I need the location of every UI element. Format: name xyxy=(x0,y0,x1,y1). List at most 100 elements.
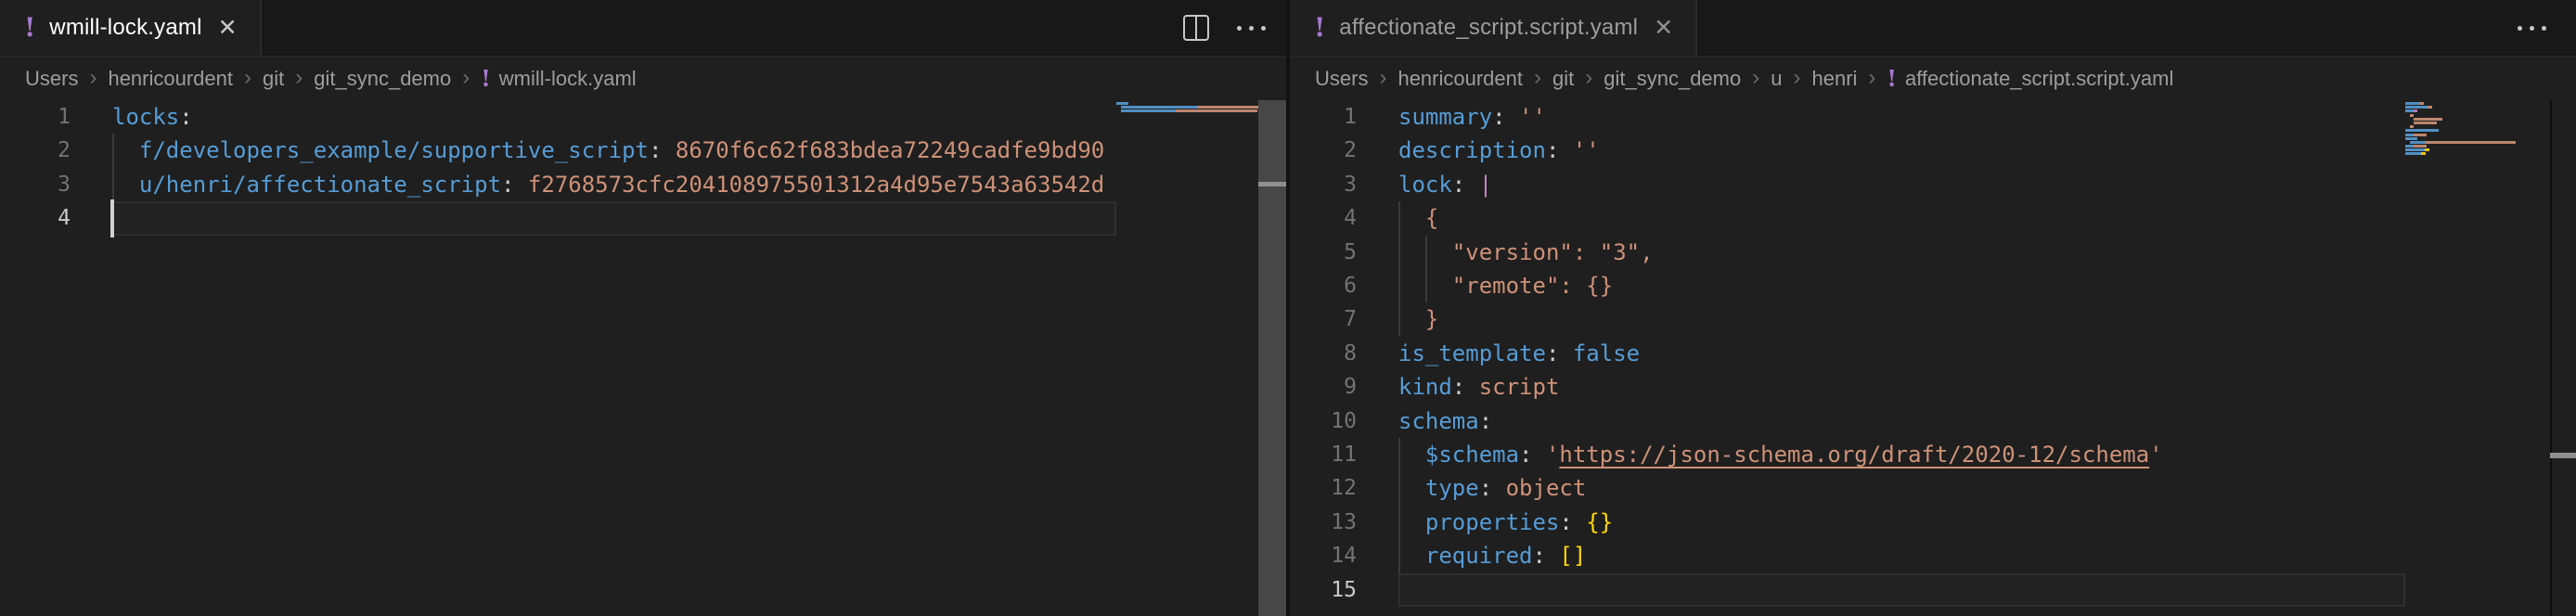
code-token: u/henri/affectionate_script xyxy=(112,172,501,198)
code-line[interactable]: f/developers_example/supportive_script: … xyxy=(112,134,1104,168)
minimap-segment xyxy=(2405,129,2428,132)
editor-actions-right xyxy=(2518,0,2546,56)
code-line[interactable]: lock: | xyxy=(1398,168,1492,202)
editor-right[interactable]: 1summary: ''2description: ''3lock: |4 {5… xyxy=(1290,100,2576,616)
breadcrumb-file-item[interactable]: ! wmill-lock.yaml xyxy=(481,67,636,91)
more-actions-icon[interactable] xyxy=(2518,26,2546,31)
breadcrumb-item[interactable]: git xyxy=(1552,67,1574,91)
code-token: object xyxy=(1492,475,1586,501)
tab-wmill-lock[interactable]: ! wmill-lock.yaml ✕ xyxy=(0,0,262,56)
minimap-line xyxy=(2405,106,2522,109)
line-number: 4 xyxy=(0,201,71,236)
code-line[interactable]: is_template: false xyxy=(1398,337,1640,371)
code-token: : xyxy=(1479,475,1492,501)
code-token: "version": "3", xyxy=(1398,239,1654,265)
tab-affectionate-script[interactable]: ! affectionate_script.script.yaml ✕ xyxy=(1290,0,1697,56)
chevron-right-icon: › xyxy=(295,67,303,89)
minimap-segment xyxy=(2410,125,2414,128)
breadcrumb-item[interactable]: henricourdent xyxy=(1397,67,1523,91)
code-line[interactable]: { xyxy=(1398,201,1438,236)
code-line[interactable]: summary: '' xyxy=(1398,100,1546,135)
breadcrumb-file-label: wmill-lock.yaml xyxy=(499,67,637,91)
line-number: 11 xyxy=(1290,438,1357,472)
code-line[interactable]: schema: xyxy=(1398,404,1492,439)
close-icon[interactable]: ✕ xyxy=(1652,15,1675,42)
code-token: https://json-schema.org/draft/2020-12/sc… xyxy=(1559,442,2149,468)
breadcrumb-item[interactable]: Users xyxy=(25,67,78,91)
minimap-line xyxy=(1116,102,1268,105)
code-token: : xyxy=(1479,408,1492,434)
code-token: '' xyxy=(1559,137,1599,163)
minimap-line xyxy=(2405,109,2522,112)
code-token: : xyxy=(179,104,192,130)
code-line[interactable]: required: [] xyxy=(1398,539,1586,573)
breadcrumb-item[interactable]: git xyxy=(263,67,284,91)
scrollbar-slider[interactable] xyxy=(1258,100,1286,616)
vscode-editor-area: { "colors": { "editor_bg": "#1f1f1f", "t… xyxy=(0,0,2576,616)
minimap-line xyxy=(2405,137,2522,140)
code-line[interactable]: properties: {} xyxy=(1398,506,1613,540)
line-number: 2 xyxy=(1290,134,1357,168)
text-cursor xyxy=(110,199,114,237)
code-line[interactable]: kind: script xyxy=(1398,370,1559,404)
minimap-line xyxy=(1116,109,1268,112)
minimap-line xyxy=(2405,125,2522,128)
code-token: : xyxy=(1533,543,1546,569)
code-line[interactable]: $schema: 'https://json-schema.org/draft/… xyxy=(1398,438,2163,472)
minimap-segment xyxy=(2428,129,2439,132)
code-token: : xyxy=(649,137,662,163)
minimap-segment xyxy=(2405,137,2417,140)
breadcrumb-item[interactable]: u xyxy=(1771,67,1782,91)
minimap-segment xyxy=(2405,118,2414,121)
line-number: 10 xyxy=(1290,404,1357,439)
yaml-file-icon: ! xyxy=(481,68,491,90)
yaml-file-icon: ! xyxy=(1887,68,1897,90)
minimap-line xyxy=(2405,152,2522,155)
minimap-segment xyxy=(1121,106,1197,109)
breadcrumb-item[interactable]: Users xyxy=(1315,67,1368,91)
minimap-line xyxy=(2405,148,2522,151)
split-editor-icon[interactable] xyxy=(1183,15,1209,41)
code-token: lock xyxy=(1398,172,1452,198)
code-token: {} xyxy=(1573,509,1613,535)
code-token: : xyxy=(1559,509,1572,535)
minimap-segment xyxy=(2405,102,2419,105)
chevron-right-icon: › xyxy=(1793,67,1800,89)
line-number: 2 xyxy=(0,134,71,168)
chevron-right-icon: › xyxy=(1585,67,1592,89)
overview-cursor-marker xyxy=(1258,182,1286,186)
minimap-segment xyxy=(2405,145,2414,148)
minimap-segment xyxy=(2405,106,2428,109)
code-token: : xyxy=(1546,340,1559,366)
editor-left[interactable]: 1 locks: 2 f/developers_example/supportive… xyxy=(0,100,1286,616)
breadcrumb-item[interactable]: henricourdent xyxy=(108,67,233,91)
minimap-line xyxy=(2405,141,2522,144)
minimap-line xyxy=(2405,102,2522,105)
breadcrumb: Users›henricourdent›git›git_sync_demo›u›… xyxy=(1290,58,2576,100)
code-token: { xyxy=(1398,205,1438,231)
breadcrumb-item[interactable]: henri xyxy=(1811,67,1857,91)
minimap-line xyxy=(2405,129,2522,132)
minimap[interactable] xyxy=(1116,102,1268,114)
chevron-right-icon: › xyxy=(1379,67,1386,89)
more-actions-icon[interactable] xyxy=(1237,26,1266,31)
breadcrumb-file-item[interactable]: !affectionate_script.script.yaml xyxy=(1887,67,2173,91)
code-line[interactable]: type: object xyxy=(1398,471,1586,506)
code-line[interactable]: locks: xyxy=(112,100,193,135)
code-token: } xyxy=(1398,306,1438,332)
minimap-segment xyxy=(2414,118,2442,121)
code-line[interactable]: } xyxy=(1398,302,1438,337)
code-line[interactable]: u/henri/affectionate_script: f2768573cfc… xyxy=(112,168,1104,202)
minimap-segment xyxy=(2414,145,2427,148)
code-line[interactable]: "version": "3", xyxy=(1398,236,1654,270)
code-token: 8670f6c62f683bdea72249cadfe9bd90 xyxy=(662,137,1104,163)
line-number: 6 xyxy=(1290,269,1357,303)
close-icon[interactable]: ✕ xyxy=(216,15,239,42)
minimap-segment xyxy=(2425,141,2516,144)
minimap[interactable] xyxy=(2405,102,2522,157)
line-number: 1 xyxy=(0,100,71,135)
code-line[interactable]: description: '' xyxy=(1398,134,1600,168)
breadcrumb-item[interactable]: git_sync_demo xyxy=(314,67,451,91)
code-line[interactable]: "remote": {} xyxy=(1398,269,1613,303)
breadcrumb-item[interactable]: git_sync_demo xyxy=(1604,67,1741,91)
